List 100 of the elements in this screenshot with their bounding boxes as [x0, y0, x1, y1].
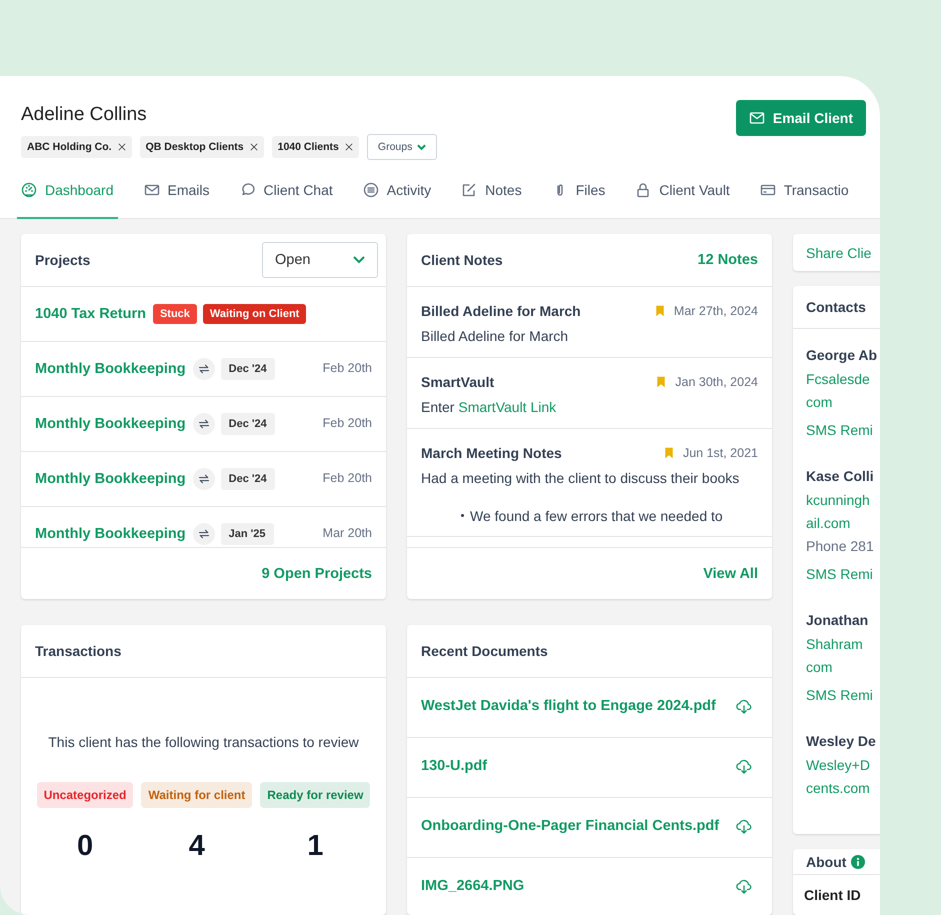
group-chip: QB Desktop Clients: [140, 136, 264, 158]
project-row[interactable]: Monthly Bookkeeping Jan '25 Mar 20th: [21, 507, 386, 547]
review-message: This client has the following transactions to review: [48, 734, 359, 750]
card-icon: [760, 182, 776, 198]
due-date: Feb 20th: [322, 416, 372, 430]
project-link[interactable]: Monthly Bookkeeping: [35, 361, 186, 377]
chevron-down-icon: [417, 144, 426, 150]
card-title: Contacts: [806, 299, 866, 315]
nav-tab[interactable]: Emails: [140, 182, 214, 219]
gauge-icon: [21, 182, 37, 198]
project-row[interactable]: Monthly Bookkeeping Dec '24 Feb 20th: [21, 452, 386, 507]
nav-tab[interactable]: Notes: [457, 182, 526, 219]
contact-email[interactable]: kcunningh: [806, 489, 880, 512]
contact-email[interactable]: Fcsalesde: [806, 368, 880, 391]
repeat-icon: [192, 468, 215, 490]
note-date: Jan 30th, 2024: [675, 374, 758, 389]
due-date: Mar 20th: [322, 526, 372, 540]
chat-bubble-icon: [240, 182, 256, 198]
email-client-button[interactable]: Email Client: [736, 100, 866, 136]
bookmark-icon: [654, 305, 666, 317]
client-id-label: Client ID: [803, 886, 862, 905]
project-row[interactable]: Monthly Bookkeeping Dec '24 Feb 20th: [21, 342, 386, 397]
nav-tab[interactable]: Files: [548, 182, 610, 219]
contact-name: Kase Colli: [806, 468, 875, 484]
document-link[interactable]: WestJet Davida's flight to Engage 2024.pdf: [421, 698, 716, 714]
cloud-download-icon: [736, 698, 752, 714]
document-link[interactable]: Onboarding-One-Pager Financial Cents.pdf: [421, 818, 720, 834]
card-title: Transactions: [35, 643, 122, 659]
bookmark-icon: [662, 446, 675, 459]
status-label: Waiting for client: [141, 782, 252, 808]
status-label: Uncategorized: [36, 782, 134, 808]
document-link[interactable]: 130-U.pdf: [421, 758, 488, 774]
nav-tab[interactable]: Client Chat: [236, 182, 337, 219]
transaction-count: 0: [76, 830, 94, 863]
contact-email[interactable]: com: [806, 391, 880, 414]
period-chip: Dec '24: [220, 358, 275, 380]
note-date: Jun 1st, 2021: [682, 446, 758, 460]
card-title: Client Notes: [421, 252, 503, 268]
project-row[interactable]: 1040 Tax Return Stuck Waiting on Client: [21, 287, 386, 342]
project-link[interactable]: Monthly Bookkeeping: [35, 416, 186, 432]
note-body: Had a meeting with the client to discuss their books: [421, 470, 740, 486]
card-title: Projects: [35, 252, 90, 268]
contact-email[interactable]: Shahram: [806, 633, 880, 656]
nav-tab[interactable]: Client Vault: [631, 182, 734, 219]
bookmark-icon: [655, 376, 668, 388]
card-title: Recent Documents: [421, 643, 548, 659]
cloud-download-icon: [736, 758, 752, 774]
lock-icon: [635, 182, 652, 198]
project-link[interactable]: Monthly Bookkeeping: [35, 526, 186, 542]
document-link[interactable]: IMG_2664.PNG: [421, 878, 524, 894]
close-icon: [344, 143, 353, 151]
sms-reminder-link[interactable]: SMS Remi: [806, 566, 880, 582]
close-icon: [250, 143, 258, 151]
nav-tab[interactable]: Dashboard: [17, 182, 118, 219]
status-tag: Waiting on Client: [202, 304, 306, 324]
contact-phone: Phone 281: [806, 537, 875, 556]
status-label: Ready for review: [260, 782, 370, 808]
mail-icon: [144, 182, 160, 198]
note-title: SmartVault: [421, 374, 494, 390]
contact-email[interactable]: com: [806, 656, 880, 679]
open-projects-link[interactable]: 9 Open Projects: [262, 566, 372, 582]
bullet-text: We found a few errors that we needed to: [470, 508, 723, 524]
bullet-dot: [461, 514, 464, 518]
chevron-down-icon: [353, 256, 365, 264]
status-tag: Stuck: [152, 304, 197, 324]
note-title: Billed Adeline for March: [421, 303, 581, 319]
contact-name: George Ab: [806, 347, 878, 363]
share-client-link[interactable]: Share Clie: [793, 234, 880, 271]
client-name: Adeline Collins: [21, 104, 148, 126]
contact-email[interactable]: cents.com: [806, 777, 880, 800]
nav-tab[interactable]: Transactio: [756, 182, 853, 219]
groups-dropdown[interactable]: Groups: [366, 134, 438, 160]
project-link[interactable]: 1040 Tax Return: [35, 306, 146, 322]
sms-reminder-link[interactable]: SMS Remi: [806, 687, 880, 703]
sms-reminder-link[interactable]: SMS Remi: [806, 422, 880, 438]
info-icon: [851, 854, 866, 868]
contact-email[interactable]: ail.com: [806, 512, 880, 535]
nav-tab[interactable]: Activity: [358, 182, 436, 219]
note-body: Billed Adeline for March: [421, 328, 570, 345]
period-chip: Jan '25: [220, 523, 274, 545]
repeat-icon: [192, 358, 215, 380]
project-link[interactable]: Monthly Bookkeeping: [35, 471, 186, 487]
contact-email[interactable]: Wesley+D: [806, 754, 880, 777]
period-chip: Dec '24: [220, 413, 275, 435]
group-chip: ABC Holding Co.: [21, 136, 132, 158]
edit-icon: [461, 182, 478, 198]
note-date: Mar 27th, 2024: [674, 304, 758, 318]
period-chip: Dec '24: [220, 468, 275, 490]
due-date: Feb 20th: [322, 361, 372, 375]
project-row[interactable]: Monthly Bookkeeping Dec '24 Feb 20th: [21, 397, 386, 452]
view-all-link[interactable]: View All: [703, 566, 758, 582]
transaction-count: 4: [188, 830, 205, 863]
contact-name: Jonathan: [806, 612, 870, 628]
status-select[interactable]: Open: [262, 242, 378, 278]
card-title: About: [806, 854, 846, 870]
group-chip: 1040 Clients: [272, 136, 359, 158]
close-icon: [118, 143, 126, 151]
note-link[interactable]: SmartVault Link: [458, 398, 556, 415]
notes-count-link[interactable]: 12 Notes: [698, 252, 758, 268]
list-icon: [362, 182, 379, 198]
